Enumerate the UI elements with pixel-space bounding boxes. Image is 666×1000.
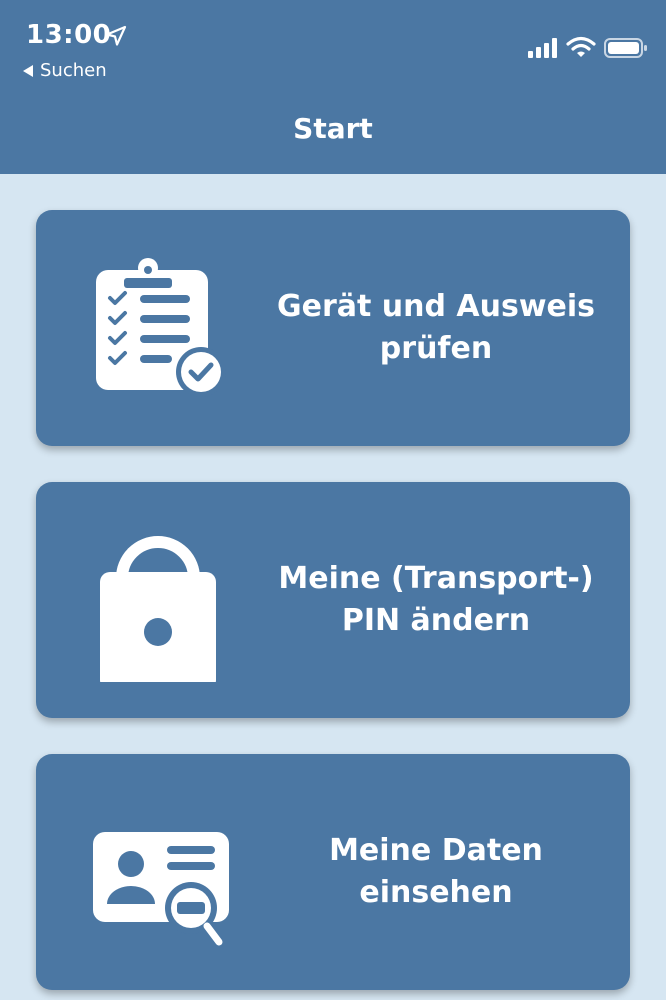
status-bar: 13:00 Suchen bbox=[0, 0, 666, 90]
cellular-signal-icon bbox=[528, 38, 557, 58]
app-header: 13:00 Suchen Start bbox=[0, 0, 666, 174]
card-label: Meine (Transport-) PIN ändern bbox=[278, 561, 594, 638]
back-link-label: Suchen bbox=[40, 60, 107, 81]
battery-icon bbox=[604, 38, 647, 58]
back-to-search-link[interactable]: Suchen bbox=[22, 60, 107, 81]
clipboard-check-icon bbox=[96, 258, 226, 397]
padlock-icon bbox=[100, 536, 216, 682]
status-time: 13:00 bbox=[26, 20, 112, 50]
card-label: Gerät und Ausweis prüfen bbox=[276, 289, 596, 366]
id-card-search-icon bbox=[93, 832, 229, 946]
page-title: Start bbox=[293, 112, 373, 145]
view-my-data-button[interactable]: Meine Daten einsehen bbox=[36, 754, 630, 990]
card-label: Meine Daten einsehen bbox=[329, 833, 543, 910]
change-pin-button[interactable]: Meine (Transport-) PIN ändern bbox=[36, 482, 630, 718]
back-triangle-icon bbox=[23, 64, 33, 77]
check-device-and-id-button[interactable]: Gerät und Ausweis prüfen bbox=[36, 210, 630, 446]
location-arrow-icon bbox=[105, 25, 127, 46]
wifi-icon bbox=[566, 36, 596, 57]
